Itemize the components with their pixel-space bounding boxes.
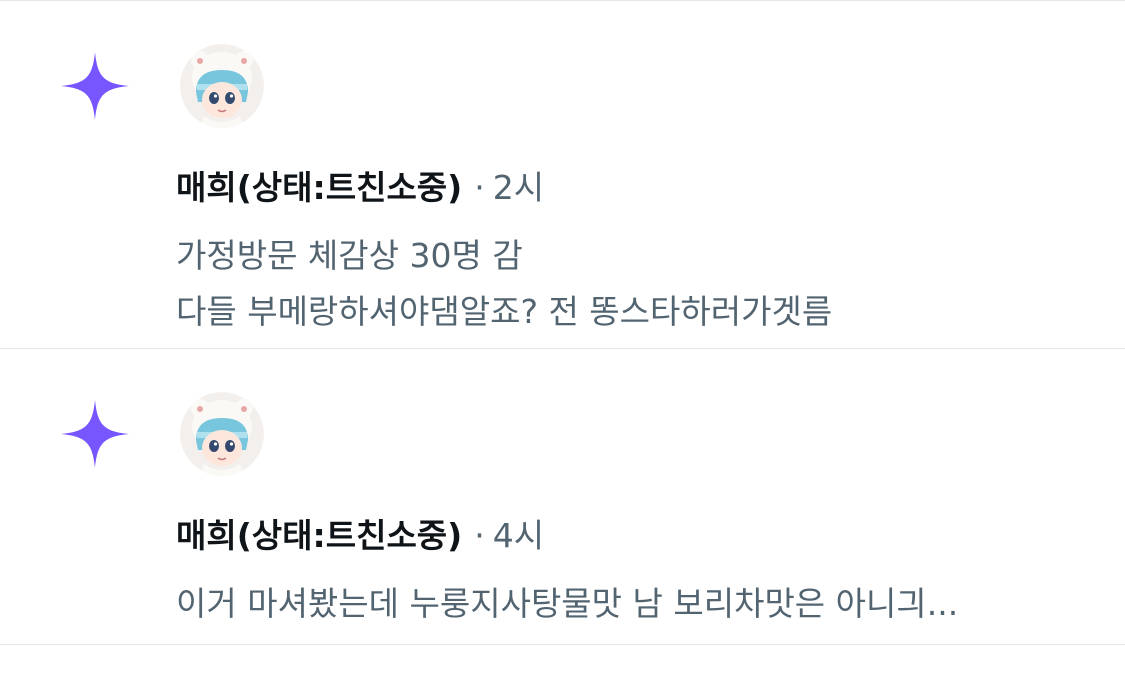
author-name[interactable]: 매희(상태:트친소중) (176, 168, 462, 207)
avatar[interactable] (180, 44, 264, 128)
sparkle-icon (61, 52, 129, 120)
separator-dot: · (474, 516, 485, 555)
notification-divider (0, 348, 1125, 349)
notification-item[interactable]: 매희(상태:트친소중) · 2시 가정방문 체감상 30명 감 다들 부메랑하셔야댐… (0, 2, 1125, 348)
post-text: 가정방문 체감상 30명 감 다들 부메랑하셔야댐알죠? 전 똥스타하러가겟름 (176, 236, 833, 331)
sparkle-icon (61, 400, 129, 468)
separator-dot: · (474, 168, 485, 207)
notification-header: 매희(상태:트친소중) · 4시 (176, 514, 544, 558)
timestamp: 4시 (492, 516, 545, 555)
top-divider (0, 0, 1125, 1)
post-text: 이거 마셔봤는데 누룽지사탕물맛 남 보리차맛은 아니긔... (176, 584, 959, 623)
timestamp: 2시 (492, 168, 545, 207)
bottom-divider (0, 644, 1125, 645)
author-name[interactable]: 매희(상태:트친소중) (176, 516, 462, 555)
avatar[interactable] (180, 392, 264, 476)
notification-header: 매희(상태:트친소중) · 2시 (176, 166, 544, 210)
